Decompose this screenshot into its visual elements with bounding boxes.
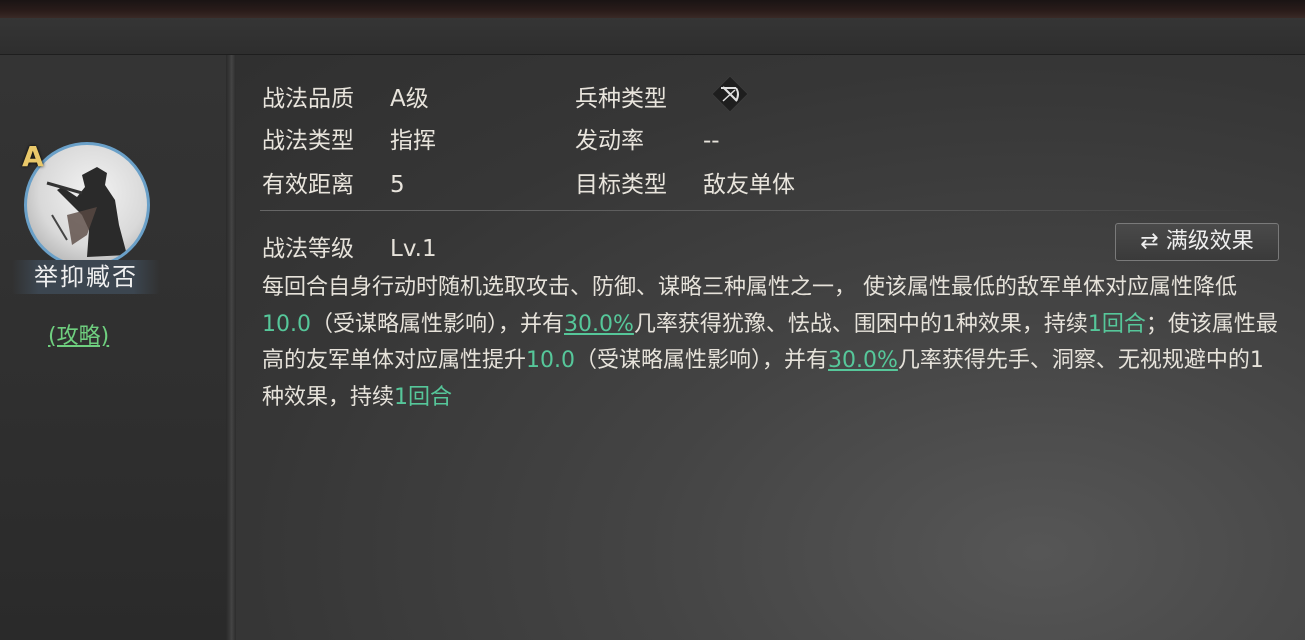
- desc-probability-link[interactable]: 30.0%: [828, 348, 898, 373]
- range-label: 有效距离: [262, 172, 354, 198]
- range-value: 5: [390, 172, 405, 198]
- top-header-bar: [0, 0, 1305, 18]
- desc-value: 10.0: [262, 311, 311, 337]
- desc-text: （受谋略属性影响），并有: [310, 311, 564, 337]
- troop-row: 兵种类型: [575, 79, 703, 113]
- desc-text: （受谋略属性影响），并有: [575, 348, 829, 373]
- grade-badge: A: [22, 140, 44, 173]
- section-divider: [260, 210, 1280, 211]
- target-row: 目标类型 敌友单体: [575, 165, 795, 199]
- level-row: 战法等级 Lv.1: [262, 229, 437, 263]
- desc-text: 几率获得犹豫、怯战、围困中的1种效果，持续: [633, 311, 1088, 337]
- quality-label: 战法品质: [262, 86, 354, 112]
- range-row: 有效距离 5: [262, 165, 405, 199]
- quality-row: 战法品质 A级: [262, 79, 429, 113]
- rate-label: 发动率: [575, 128, 644, 154]
- desc-text: 每回合自身行动时随机选取攻击、防御、谋略三种属性之一， 使该属性最低的敌军单体对…: [262, 275, 1237, 300]
- level-label: 战法等级: [262, 236, 354, 262]
- rate-value: --: [703, 128, 720, 154]
- target-value: 敌友单体: [703, 172, 795, 198]
- skill-avatar[interactable]: A: [22, 140, 152, 270]
- type-value: 指挥: [390, 128, 436, 154]
- desc-probability-link[interactable]: 30.0%: [564, 312, 634, 337]
- desc-value: 10.0: [526, 348, 575, 373]
- strategy-link[interactable]: (攻略): [48, 318, 109, 350]
- max-level-effect-button[interactable]: ⇄ 满级效果: [1115, 223, 1279, 261]
- level-value: Lv.1: [390, 236, 437, 262]
- warrior-figure-icon: [46, 167, 127, 257]
- rate-row: 发动率 --: [575, 121, 720, 155]
- target-label: 目标类型: [575, 172, 667, 198]
- skill-description: 每回合自身行动时随机选取攻击、防御、谋略三种属性之一， 使该属性最低的敌军单体对…: [262, 270, 1282, 416]
- skill-name: 举抑臧否: [12, 260, 160, 294]
- desc-value: 1回合: [1087, 311, 1146, 337]
- quality-value: A级: [390, 86, 429, 112]
- bow-cross-icon: [710, 74, 750, 114]
- panel-divider: [226, 55, 236, 640]
- troop-label: 兵种类型: [575, 86, 667, 112]
- type-label: 战法类型: [262, 128, 354, 154]
- type-row: 战法类型 指挥: [262, 121, 436, 155]
- desc-value: 1回合: [394, 384, 453, 410]
- top-band: [0, 18, 1305, 55]
